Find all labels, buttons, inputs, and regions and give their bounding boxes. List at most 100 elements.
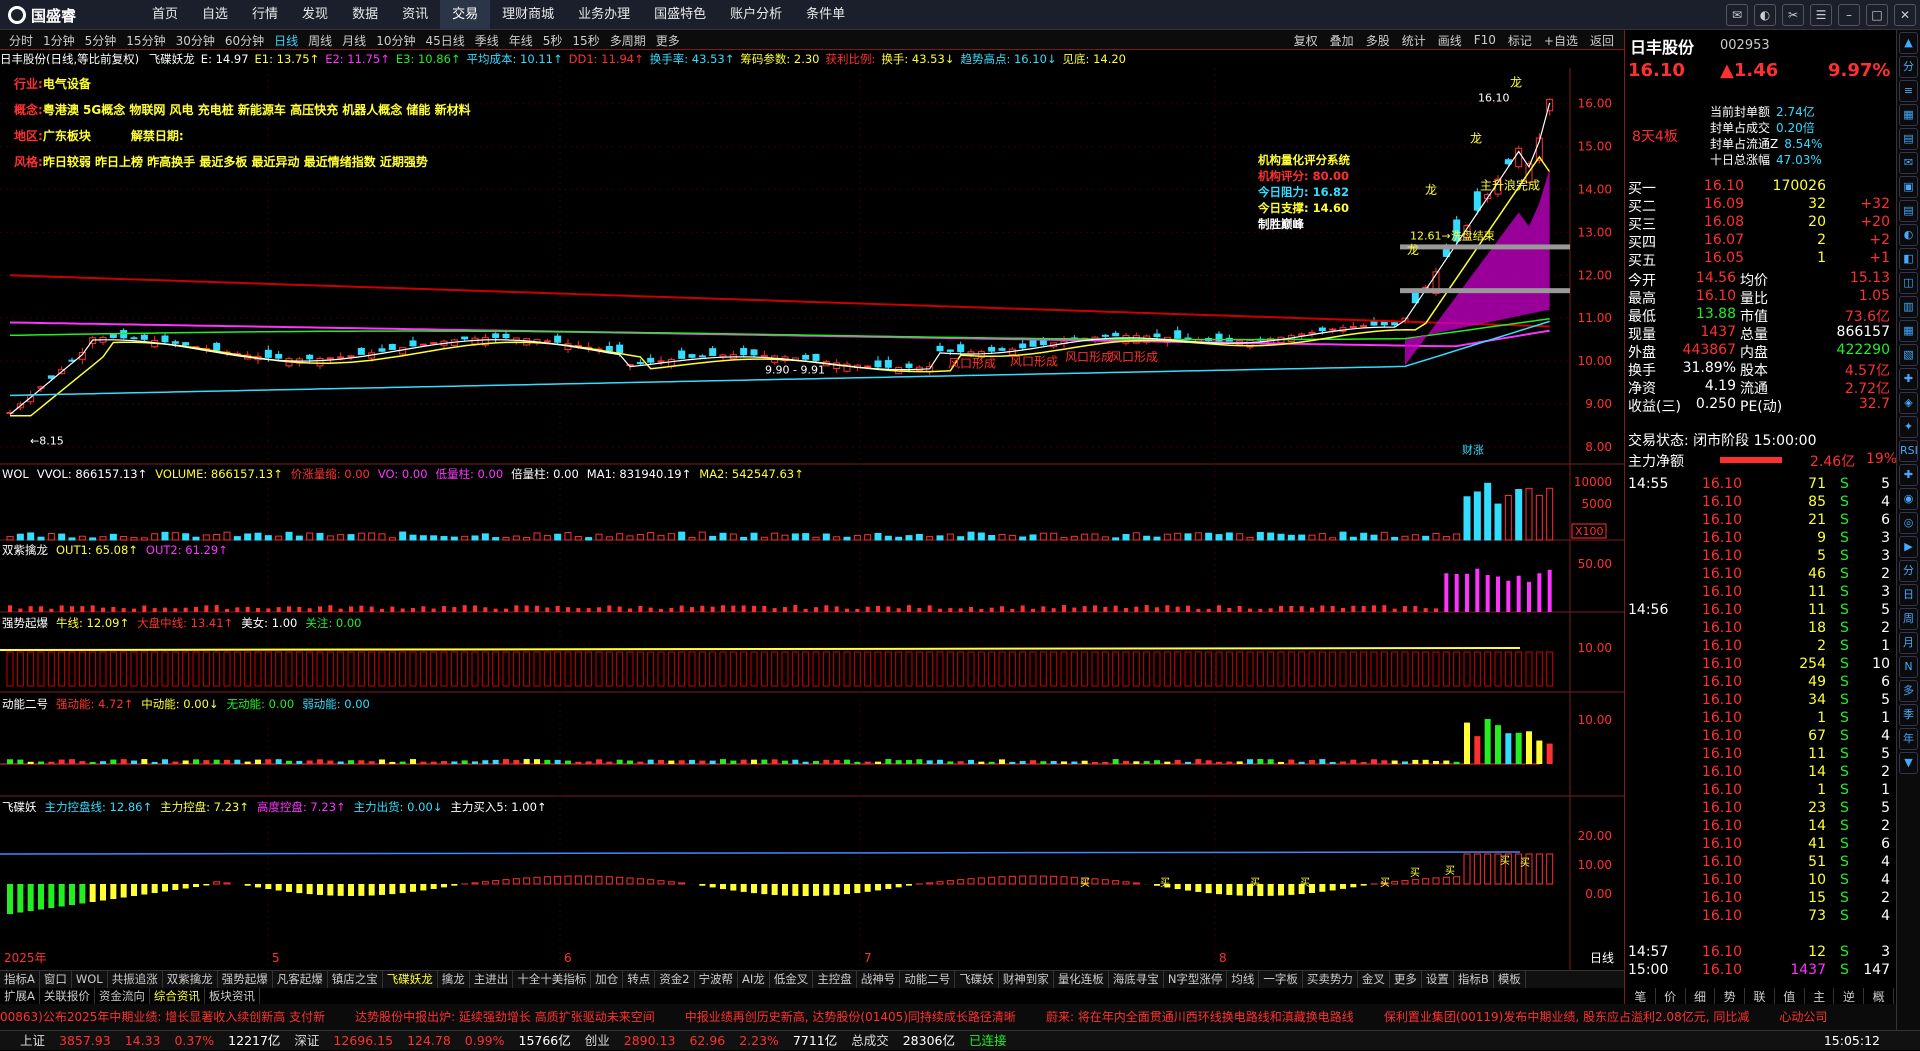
indicator-tab[interactable]: 一字板 <box>1259 971 1303 988</box>
indicator-tab[interactable]: WOL <box>72 971 108 988</box>
menu-item[interactable]: 账户分析 <box>718 0 794 30</box>
period-tab[interactable]: 5秒 <box>538 32 568 49</box>
tool-button[interactable]: 叠加 <box>1324 32 1360 49</box>
sidebar-button[interactable]: ◧ <box>1899 248 1918 270</box>
news-item[interactable]: 中报业绩再创历史新高, 达势股份(01405)同持续成长路径清晰 <box>685 1010 1016 1024</box>
news-item[interactable]: 00863)公布2025年中期业绩: 增长显著收入续创新高 支付新 <box>0 1010 325 1024</box>
sidebar-button[interactable]: 月 <box>1899 632 1918 654</box>
period-tab[interactable]: 季线 <box>470 32 504 49</box>
indicator-tab[interactable]: 转点 <box>623 971 655 988</box>
indicator-tab[interactable]: 指标B <box>1454 971 1494 988</box>
period-tab[interactable]: 更多 <box>651 32 685 49</box>
maximize-icon[interactable]: □ <box>1866 4 1888 26</box>
minimize-icon[interactable]: – <box>1838 4 1860 26</box>
quote-tab[interactable]: 逆 <box>1834 988 1864 1004</box>
indicator-tab[interactable]: 双紫擒龙 <box>163 971 218 988</box>
indicator-tab[interactable]: 宁波帮 <box>695 971 739 988</box>
sidebar-button[interactable]: ▼ <box>1899 752 1918 774</box>
indicator-tab[interactable]: 镇店之宝 <box>328 971 383 988</box>
tool-button[interactable]: 多股 <box>1360 32 1396 49</box>
menu-item[interactable]: 首页 <box>140 0 190 30</box>
quote-tab[interactable]: 联 <box>1745 988 1775 1004</box>
menu-item[interactable]: 条件单 <box>794 0 857 30</box>
period-tab[interactable]: 10分钟 <box>371 32 420 49</box>
menu-icon[interactable]: ☰ <box>1810 4 1832 26</box>
sidebar-button[interactable]: 年 <box>1899 728 1918 750</box>
period-tab[interactable]: 年线 <box>504 32 538 49</box>
news-item[interactable]: 心动公司 <box>1779 1010 1827 1024</box>
indicator-tab[interactable]: 主控盘 <box>813 971 857 988</box>
extension-tab[interactable]: 综合资讯 <box>150 988 205 1004</box>
indicator-tab[interactable]: 指标A <box>0 971 40 988</box>
indicator-tab[interactable]: 凡客起爆 <box>273 971 328 988</box>
indicator-tab[interactable]: 动能二号 <box>900 971 955 988</box>
menu-item[interactable]: 理财商城 <box>490 0 566 30</box>
extension-tab[interactable]: 板块资讯 <box>205 988 260 1004</box>
sidebar-button[interactable]: ✉ <box>1899 152 1918 174</box>
indicator-tab[interactable]: 买卖势力 <box>1303 971 1358 988</box>
sidebar-button[interactable]: ✦ <box>1899 416 1918 438</box>
skin-icon[interactable]: ◐ <box>1754 4 1776 26</box>
menu-item[interactable]: 资讯 <box>390 0 440 30</box>
indicator-tab[interactable]: 飞碟妖龙 <box>383 971 438 988</box>
period-tab[interactable]: 多周期 <box>605 32 651 49</box>
indicator-tab[interactable]: 设置 <box>1422 971 1454 988</box>
period-tab[interactable]: 15分钟 <box>121 32 170 49</box>
tool-button[interactable]: F10 <box>1468 33 1502 47</box>
menu-item[interactable]: 交易 <box>440 0 490 30</box>
sidebar-button[interactable]: ✚ <box>1899 464 1918 486</box>
quote-tab[interactable]: 主 <box>1805 988 1835 1004</box>
indicator-tab[interactable]: 飞碟妖 <box>955 971 999 988</box>
sidebar-button[interactable]: ◐ <box>1899 224 1918 246</box>
sidebar-button[interactable]: ◫ <box>1899 272 1918 294</box>
extension-tab[interactable]: 扩展A <box>0 988 40 1004</box>
quote-tab[interactable]: 势 <box>1715 988 1745 1004</box>
indicator-tab[interactable]: 金叉 <box>1358 971 1390 988</box>
indicator-tab[interactable]: 共振追涨 <box>108 971 163 988</box>
sidebar-button[interactable]: ▣ <box>1899 176 1918 198</box>
indicator-tab[interactable]: AI龙 <box>738 971 770 988</box>
period-tab[interactable]: 日线 <box>269 32 303 49</box>
sidebar-button[interactable]: RSI <box>1899 440 1918 462</box>
menu-item[interactable]: 自选 <box>190 0 240 30</box>
sidebar-button[interactable]: 分 <box>1899 56 1918 78</box>
sidebar-button[interactable]: 季 <box>1899 704 1918 726</box>
indicator-tab[interactable]: 十全十美指标 <box>513 971 591 988</box>
sidebar-button[interactable]: ▦ <box>1899 104 1918 126</box>
indicator-tab[interactable]: 强势起爆 <box>218 971 273 988</box>
period-tab[interactable]: 30分钟 <box>171 32 220 49</box>
news-item[interactable]: 保利置业集团(00119)发布中期业绩, 股东应占溢利2.08亿元, 同比减 <box>1384 1010 1750 1024</box>
quote-tab[interactable]: 概 <box>1864 988 1894 1004</box>
tool-button[interactable]: +自选 <box>1538 32 1584 49</box>
menu-item[interactable]: 国盛特色 <box>642 0 718 30</box>
period-tab[interactable]: 5分钟 <box>80 32 122 49</box>
tools-icon[interactable]: ✂ <box>1782 4 1804 26</box>
sidebar-button[interactable]: 分 <box>1899 560 1918 582</box>
sidebar-button[interactable]: ▤ <box>1899 200 1918 222</box>
quote-tab[interactable]: 值 <box>1775 988 1805 1004</box>
menu-item[interactable]: 发现 <box>290 0 340 30</box>
sidebar-button[interactable]: ◉ <box>1899 488 1918 510</box>
indicator-tab[interactable]: 擒龙 <box>438 971 470 988</box>
quote-tab[interactable]: 细 <box>1686 988 1716 1004</box>
kline-chart[interactable]: 16.0015.0014.0013.0012.0011.0010.009.008… <box>0 68 1624 970</box>
tool-button[interactable]: 返回 <box>1584 32 1620 49</box>
indicator-tab[interactable]: 模板 <box>1494 971 1526 988</box>
menu-item[interactable]: 业务办理 <box>566 0 642 30</box>
extension-tab[interactable]: 资金流向 <box>95 988 150 1004</box>
tool-button[interactable]: 复权 <box>1288 32 1324 49</box>
menu-item[interactable]: 行情 <box>240 0 290 30</box>
sidebar-button[interactable]: N <box>1899 656 1918 678</box>
indicator-tab[interactable]: 资金2 <box>655 971 694 988</box>
period-tab[interactable]: 1分钟 <box>38 32 80 49</box>
message-icon[interactable]: ✉ <box>1726 4 1748 26</box>
close-icon[interactable]: ✕ <box>1894 4 1916 26</box>
quote-tab[interactable]: 笔 <box>1626 988 1656 1004</box>
indicator-tab[interactable]: 窗口 <box>40 971 72 988</box>
sidebar-button[interactable]: 周 <box>1899 608 1918 630</box>
tool-button[interactable]: 统计 <box>1396 32 1432 49</box>
sidebar-button[interactable]: ◈ <box>1899 392 1918 414</box>
period-tab[interactable]: 60分钟 <box>220 32 269 49</box>
period-tab[interactable]: 45日线 <box>420 32 469 49</box>
indicator-tab[interactable]: 财神到家 <box>999 971 1054 988</box>
